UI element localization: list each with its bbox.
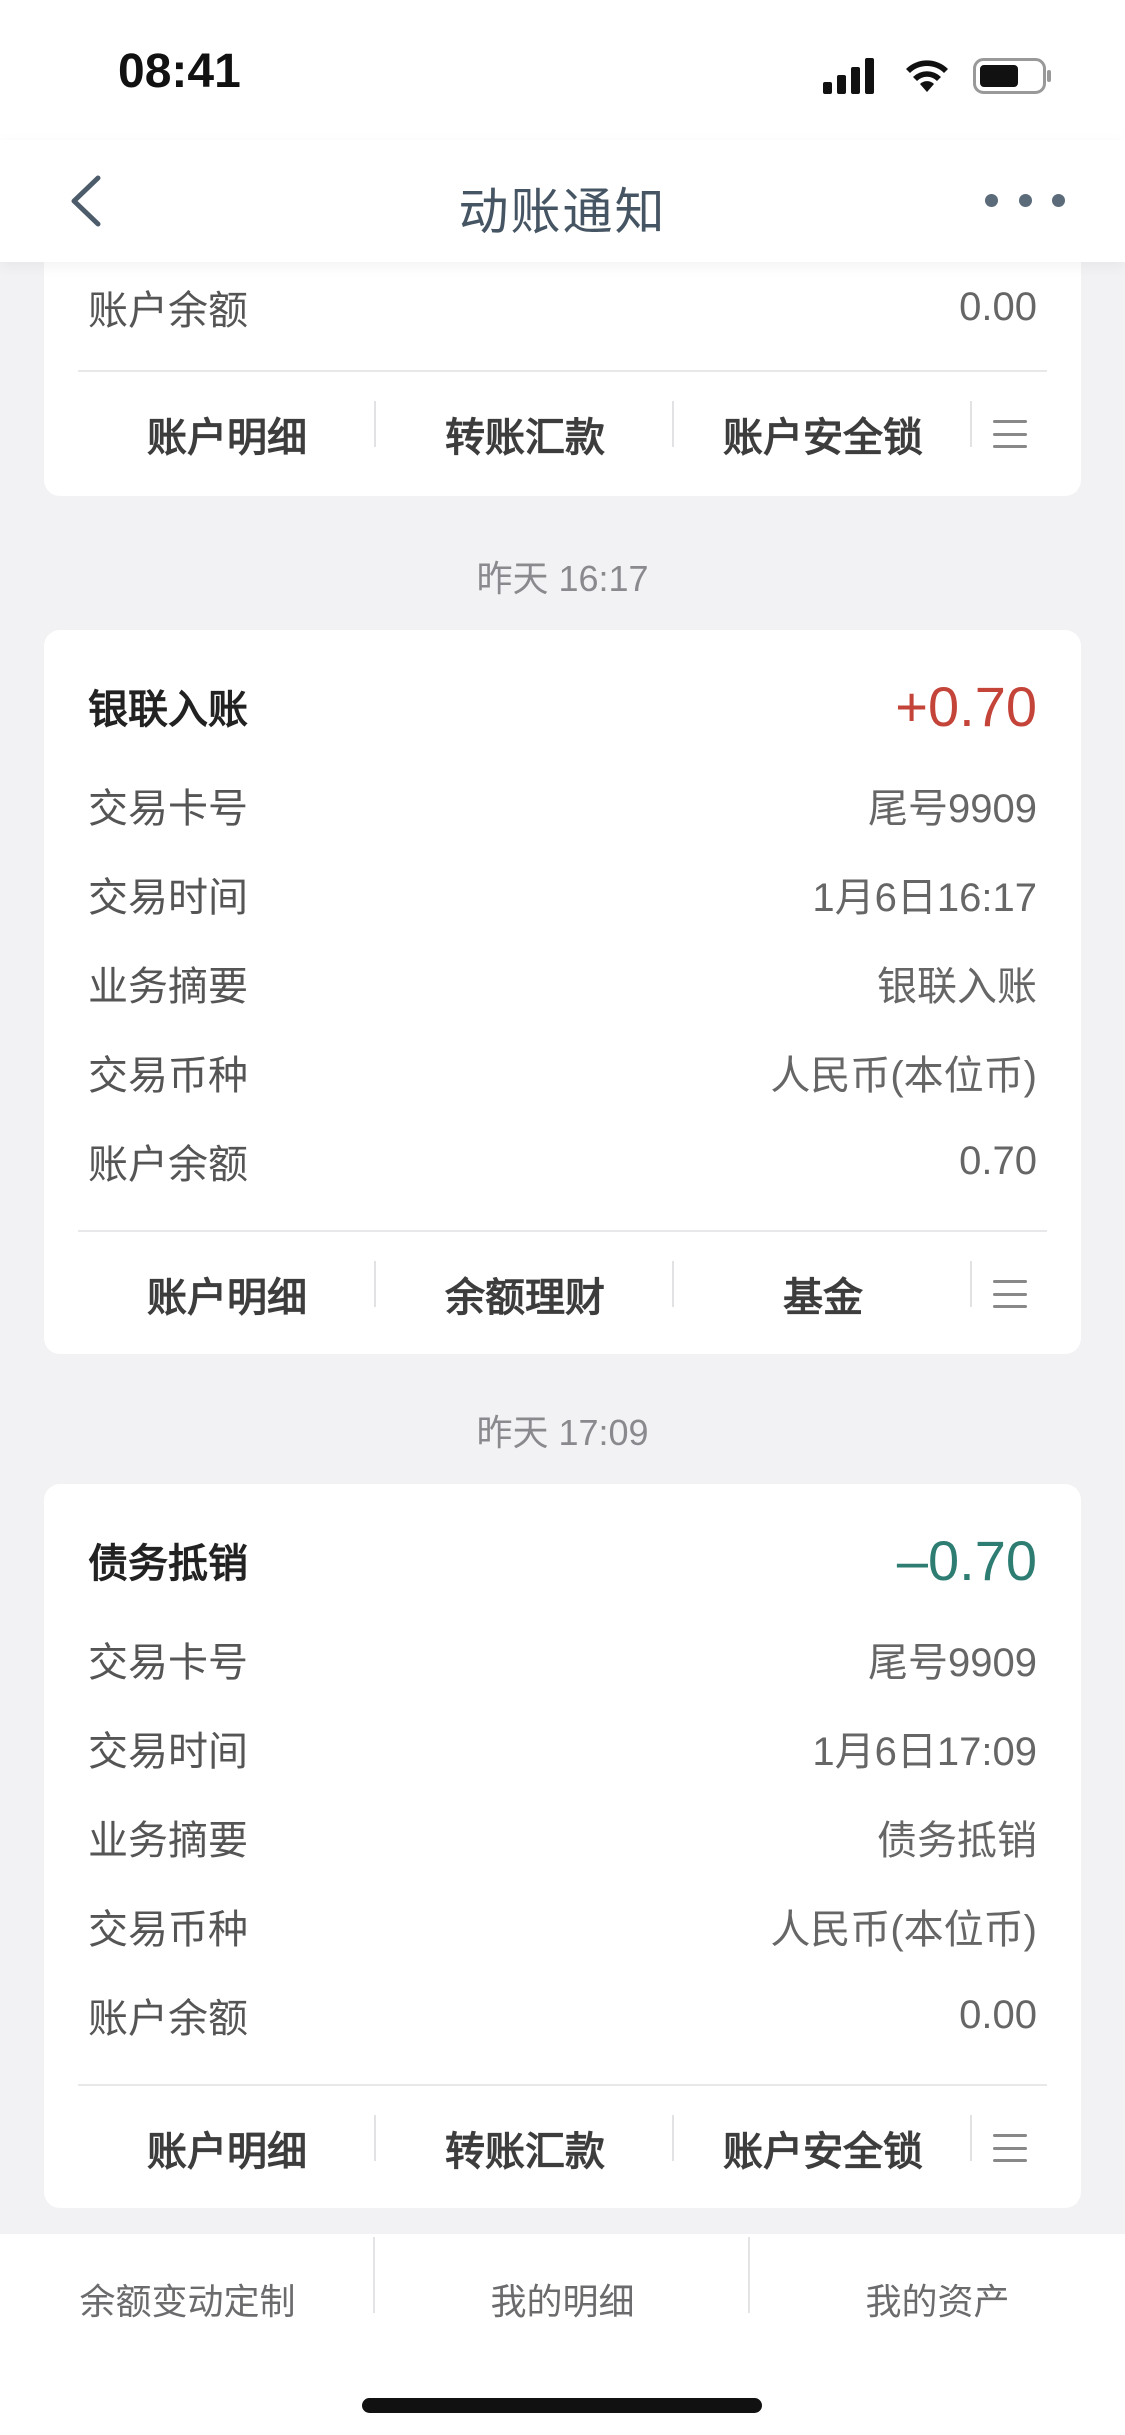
menu-button[interactable] xyxy=(972,420,1047,448)
more-icon-dot xyxy=(1052,193,1065,207)
notice-date: 昨天 17:09 xyxy=(476,1412,649,1453)
row-value: 1月6日16:17 xyxy=(812,876,1037,920)
account-detail-button[interactable]: 账户明细 xyxy=(78,401,376,463)
action-bar: 账户明细 余额理财 基金 xyxy=(78,1232,1047,1356)
notice-header: 债务抵销 –0.70 xyxy=(88,1528,1037,1592)
transfer-button[interactable]: 转账汇款 xyxy=(376,401,674,463)
bottom-tabs: 余额变动定制 我的明细 我的资产 xyxy=(0,2234,1125,2364)
nav-bar: 动账通知 xyxy=(0,140,1125,262)
transfer-button[interactable]: 转账汇款 xyxy=(376,2115,674,2177)
notice-amount: –0.70 xyxy=(896,1528,1037,1592)
menu-icon xyxy=(992,2134,1027,2162)
row-label: 业务摘要 xyxy=(88,964,248,1010)
row-value: 人民币(本位币) xyxy=(770,1908,1037,1952)
row-value: 银联入账 xyxy=(877,965,1037,1009)
row-label: 账户余额 xyxy=(88,1142,248,1188)
notice-card-partial: 账户余额 0.00 账户明细 转账汇款 账户安全锁 xyxy=(44,262,1081,496)
notice-date: 昨天 16:17 xyxy=(476,558,649,599)
info-row: 交易卡号 尾号9909 xyxy=(88,1629,1037,1689)
app-screen: 08:41 动账通知 账户余额 0.00 账户明细 转账汇款 账户安全锁 昨天 … xyxy=(0,0,1125,2435)
status-time: 08:41 xyxy=(118,45,241,98)
status-bar: 08:41 xyxy=(0,0,1125,140)
notice-list[interactable]: 账户余额 0.00 账户明细 转账汇款 账户安全锁 昨天 16:17 银联入账 … xyxy=(0,262,1125,2234)
row-label: 交易卡号 xyxy=(88,786,248,832)
menu-button[interactable] xyxy=(972,1280,1047,1308)
notice-card: 银联入账 +0.70 交易卡号 尾号9909 交易时间 1月6日16:17 业务… xyxy=(44,630,1081,1354)
more-icon-dot xyxy=(985,193,998,207)
action-bar: 账户明细 转账汇款 账户安全锁 xyxy=(78,2086,1047,2210)
row-value: 0.00 xyxy=(959,284,1037,329)
menu-icon xyxy=(992,420,1027,448)
row-value: 债务抵销 xyxy=(877,1819,1037,1863)
status-icons xyxy=(823,54,1053,98)
notice-title: 银联入账 xyxy=(88,687,248,733)
account-detail-button[interactable]: 账户明细 xyxy=(78,1261,376,1323)
row-label: 交易时间 xyxy=(88,1729,248,1775)
row-label: 交易卡号 xyxy=(88,1640,248,1686)
security-lock-button[interactable]: 账户安全锁 xyxy=(674,2115,972,2177)
row-label: 业务摘要 xyxy=(88,1818,248,1864)
info-row: 交易时间 1月6日17:09 xyxy=(88,1718,1037,1778)
security-lock-button[interactable]: 账户安全锁 xyxy=(674,401,972,463)
signal-icon xyxy=(823,58,874,94)
notice-card: 债务抵销 –0.70 交易卡号 尾号9909 交易时间 1月6日17:09 业务… xyxy=(44,1484,1081,2208)
notice-title: 债务抵销 xyxy=(88,1541,248,1587)
info-row: 交易币种 人民币(本位币) xyxy=(88,1896,1037,1956)
row-value: 0.00 xyxy=(959,1992,1037,2037)
info-row: 交易卡号 尾号9909 xyxy=(88,775,1037,835)
info-row: 账户余额 0.00 xyxy=(88,1985,1037,2045)
battery-icon xyxy=(973,58,1051,94)
info-row: 交易币种 人民币(本位币) xyxy=(88,1042,1037,1102)
home-indicator[interactable] xyxy=(362,2398,762,2413)
row-label: 交易币种 xyxy=(88,1053,248,1099)
page-title: 动账通知 xyxy=(458,183,667,241)
row-label: 交易币种 xyxy=(88,1907,248,1953)
notice-header: 银联入账 +0.70 xyxy=(88,674,1037,738)
action-bar: 账户明细 转账汇款 账户安全锁 xyxy=(78,372,1047,496)
info-row: 账户余额 0.70 xyxy=(88,1131,1037,1191)
row-label: 交易时间 xyxy=(88,875,248,921)
tab-my-assets[interactable]: 我的资产 xyxy=(750,2273,1125,2325)
wifi-icon xyxy=(906,60,948,92)
menu-icon xyxy=(992,1280,1027,1308)
info-row: 业务摘要 银联入账 xyxy=(88,953,1037,1013)
tab-my-details[interactable]: 我的明细 xyxy=(375,2237,750,2325)
info-row: 交易时间 1月6日16:17 xyxy=(88,864,1037,924)
more-icon-dot xyxy=(1018,193,1032,207)
row-value: 1月6日17:09 xyxy=(812,1730,1037,1774)
tab-balance-change-custom[interactable]: 余额变动定制 xyxy=(0,2237,375,2325)
account-detail-button[interactable]: 账户明细 xyxy=(78,2115,376,2177)
more-button[interactable] xyxy=(985,170,1065,230)
row-value: 尾号9909 xyxy=(868,1641,1037,1685)
balance-wealth-button[interactable]: 余额理财 xyxy=(376,1261,674,1323)
info-row: 账户余额 0.00 xyxy=(88,277,1037,337)
row-value: 0.70 xyxy=(959,1138,1037,1183)
fund-button[interactable]: 基金 xyxy=(674,1261,972,1323)
row-label: 账户余额 xyxy=(88,288,248,334)
info-row: 业务摘要 债务抵销 xyxy=(88,1807,1037,1867)
row-value: 人民币(本位币) xyxy=(770,1054,1037,1098)
menu-button[interactable] xyxy=(972,2134,1047,2162)
bottom-bar: 余额变动定制 我的明细 我的资产 xyxy=(0,2234,1125,2435)
row-value: 尾号9909 xyxy=(868,787,1037,831)
row-label: 账户余额 xyxy=(88,1996,248,2042)
notice-amount: +0.70 xyxy=(895,674,1037,738)
